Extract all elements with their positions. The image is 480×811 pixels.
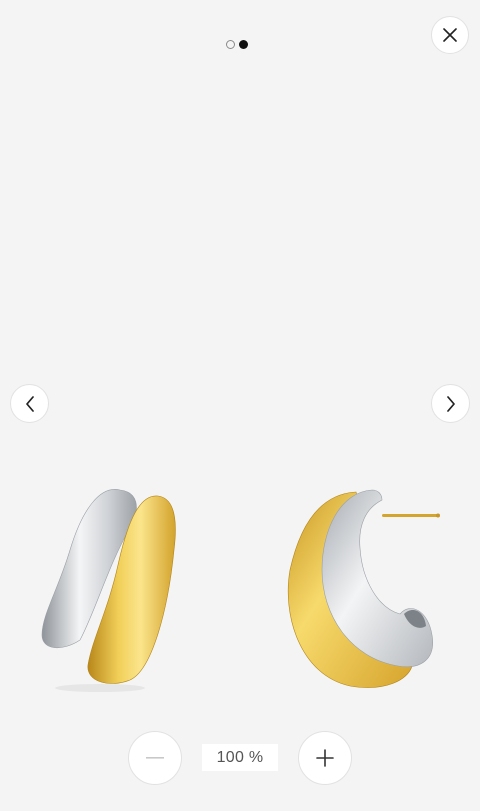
carousel-dot-1[interactable]: [226, 40, 235, 49]
plus-icon: [316, 749, 334, 767]
product-image: [41, 489, 440, 692]
image-viewer: 100 %: [0, 0, 480, 811]
minus-icon: [146, 757, 164, 759]
close-icon: [443, 28, 457, 42]
carousel-indicator: [226, 40, 248, 49]
chevron-right-icon: [446, 395, 455, 412]
zoom-out-button[interactable]: [128, 731, 182, 785]
carousel-dot-2[interactable]: [239, 40, 248, 49]
chevron-left-icon: [25, 395, 34, 412]
close-button[interactable]: [431, 16, 469, 54]
previous-image-button[interactable]: [10, 384, 49, 423]
zoom-in-button[interactable]: [298, 731, 352, 785]
zoom-level-display: 100 %: [202, 744, 278, 771]
next-image-button[interactable]: [431, 384, 470, 423]
